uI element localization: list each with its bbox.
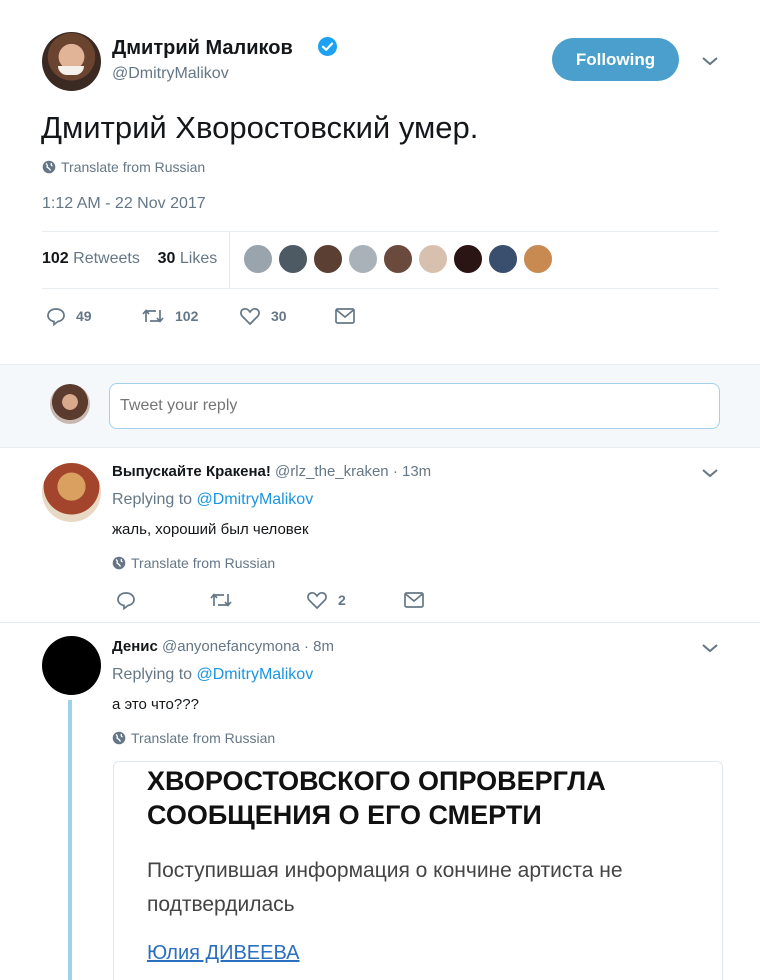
translate-label: Translate from Russian (131, 555, 276, 571)
reply-tweet[interactable]: Выпускайте Кракена! @rlz_the_kraken · 13… (0, 448, 760, 623)
translate-link[interactable]: Translate from Russian (42, 159, 205, 175)
liker-avatar[interactable] (383, 244, 413, 274)
globe-icon (112, 731, 126, 745)
liker-avatar[interactable] (488, 244, 518, 274)
tweet-stats: 102 Retweets 30 Likes (42, 250, 217, 268)
reply-author-handle[interactable]: @rlz_the_kraken (275, 463, 389, 480)
tweet-actions: 49 102 30 (46, 306, 366, 326)
liker-avatar[interactable] (278, 244, 308, 274)
liker-avatar[interactable] (523, 244, 553, 274)
reply-header: Выпускайте Кракена! @rlz_the_kraken · 13… (112, 463, 431, 480)
liker-avatar[interactable] (418, 244, 448, 274)
divider (42, 231, 719, 232)
chevron-down-icon[interactable] (700, 641, 720, 655)
chevron-down-icon[interactable] (700, 54, 720, 68)
liker-avatar[interactable] (243, 244, 273, 274)
retweet-icon (210, 593, 232, 607)
reply-time[interactable]: · 13m (393, 463, 431, 480)
reply-author-handle[interactable]: @anyonefancymona (162, 638, 300, 655)
liker-avatar[interactable] (313, 244, 343, 274)
reply-time[interactable]: · 8m (304, 638, 334, 655)
likes-stat[interactable]: 30 Likes (158, 250, 218, 267)
reply-author-name[interactable]: Выпускайте Кракена! (112, 463, 271, 480)
attached-image-card[interactable]: ХВОРОСТОВСКОГО ОПРОВЕРГЛА СООБЩЕНИЯ О ЕГ… (113, 761, 723, 980)
tweet-text: Дмитрий Хворостовский умер. (41, 110, 479, 145)
direct-message-button[interactable] (334, 307, 366, 325)
author-handle[interactable]: @DmitryMalikov (112, 65, 229, 83)
replying-to-link[interactable]: @DmitryMalikov (197, 666, 314, 683)
stats-divider (229, 232, 230, 288)
direct-message-button[interactable] (403, 591, 435, 609)
reply-count: 49 (76, 308, 92, 324)
author-avatar[interactable] (42, 32, 101, 91)
heart-icon (307, 591, 327, 610)
liker-avatar[interactable] (453, 244, 483, 274)
tweet-timestamp[interactable]: 1:12 AM - 22 Nov 2017 (42, 195, 206, 213)
translate-label: Translate from Russian (61, 159, 206, 175)
globe-icon (112, 556, 126, 570)
chevron-down-icon[interactable] (700, 466, 720, 480)
card-body: Поступившая информация о кончине артиста… (147, 859, 623, 916)
retweet-button[interactable]: 102 (141, 306, 239, 326)
main-tweet: Дмитрий Маликов @DmitryMalikov Following… (0, 0, 760, 364)
current-user-avatar (50, 384, 90, 424)
retweet-icon (142, 309, 164, 323)
envelope-icon (335, 308, 355, 324)
replying-to-link[interactable]: @DmitryMalikov (197, 491, 314, 508)
translate-label: Translate from Russian (131, 730, 276, 746)
reply-author-name[interactable]: Денис (112, 638, 158, 655)
like-button[interactable]: 30 (239, 306, 334, 326)
retweet-count: 102 (175, 308, 199, 324)
likers-avatars (243, 244, 558, 274)
divider (42, 288, 719, 289)
liker-avatar[interactable] (348, 244, 378, 274)
retweet-button[interactable] (209, 590, 306, 610)
following-button[interactable]: Following (552, 38, 679, 81)
translate-link[interactable]: Translate from Russian (112, 730, 275, 746)
reply-actions: 2 (116, 590, 435, 610)
reply-text: жаль, хороший был человек (112, 521, 309, 538)
reply-text: а это что??? (112, 696, 199, 713)
like-button[interactable]: 2 (306, 590, 403, 610)
thread-line (68, 700, 72, 980)
card-author-link: Юлия ДИВЕЕВА (147, 942, 300, 964)
likes-label: Likes (179, 250, 218, 267)
like-count: 30 (271, 308, 287, 324)
reply-header: Денис @anyonefancymona · 8m (112, 638, 334, 655)
like-count: 2 (338, 592, 346, 608)
retweet-stat[interactable]: 102 Retweets (42, 250, 140, 267)
replying-to: Replying to @DmitryMalikov (112, 491, 313, 509)
retweets-label: Retweets (73, 250, 140, 267)
author-name[interactable]: Дмитрий Маликов (112, 37, 293, 60)
retweets-count: 102 (42, 250, 69, 267)
likes-count: 30 (157, 250, 176, 267)
card-headline: ХВОРОСТОВСКОГО ОПРОВЕРГЛА СООБЩЕНИЯ О ЕГ… (147, 766, 606, 830)
reply-icon (117, 592, 135, 610)
replying-to-prefix: Replying to (112, 666, 193, 683)
reply-button[interactable]: 49 (46, 306, 141, 326)
verified-badge-icon (318, 37, 337, 56)
globe-icon (42, 160, 56, 174)
reply-input[interactable] (109, 383, 720, 429)
reply-button[interactable] (116, 590, 209, 610)
reply-icon (47, 308, 65, 326)
heart-icon (240, 307, 260, 326)
reply-avatar[interactable] (42, 463, 101, 522)
replying-to-prefix: Replying to (112, 491, 193, 508)
replying-to: Replying to @DmitryMalikov (112, 666, 313, 684)
translate-link[interactable]: Translate from Russian (112, 555, 275, 571)
envelope-icon (404, 592, 424, 608)
reply-composer (0, 364, 760, 448)
reply-avatar[interactable] (42, 636, 101, 695)
